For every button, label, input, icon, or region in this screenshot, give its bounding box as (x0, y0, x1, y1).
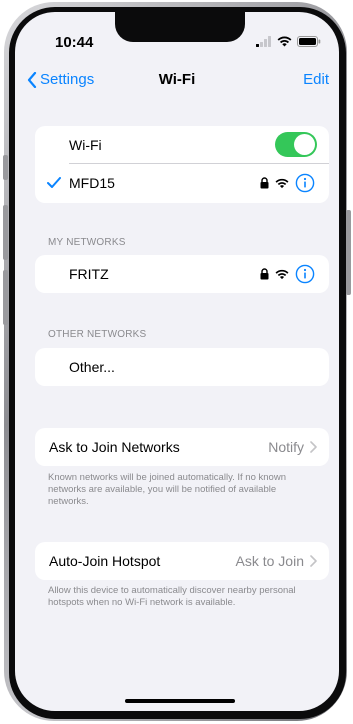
connected-network-name: MFD15 (69, 175, 115, 191)
checkmark-icon (47, 177, 61, 188)
other-network-label: Other... (69, 359, 115, 375)
page-title: Wi-Fi (158, 71, 196, 88)
status-time: 10:44 (55, 34, 94, 51)
ask-to-join-detail: Notify (268, 428, 317, 466)
info-icon[interactable] (295, 264, 315, 284)
volume-down-button (3, 270, 8, 325)
auto-join-value: Ask to Join (235, 553, 304, 569)
volume-up-button (3, 205, 8, 260)
ask-to-join-label: Ask to Join Networks (49, 439, 180, 455)
network-status-icons (260, 164, 315, 202)
chevron-right-icon (310, 555, 317, 567)
home-indicator[interactable] (125, 699, 235, 703)
network-row-fritz[interactable]: FRITZ (35, 255, 329, 293)
edit-button[interactable]: Edit (303, 71, 329, 88)
auto-join-footer: Allow this device to automatically disco… (48, 585, 296, 608)
notch (115, 12, 245, 42)
wifi-toggle[interactable] (275, 132, 317, 157)
info-icon[interactable] (295, 173, 315, 193)
auto-join-detail: Ask to Join (236, 542, 317, 580)
lock-icon (260, 177, 269, 189)
wifi-status-icon (277, 36, 292, 47)
ask-to-join-footer: Known networks will be joined automatica… (48, 472, 286, 507)
silent-switch (3, 155, 8, 180)
navigation-bar: Settings Wi-Fi Edit (15, 68, 339, 98)
wifi-toggle-label: Wi-Fi (69, 137, 102, 153)
auto-join-row[interactable]: Auto-Join Hotspot Ask to Join (35, 542, 329, 580)
lock-icon (260, 268, 269, 280)
other-network-row[interactable]: Other... (35, 348, 329, 386)
connected-network-row[interactable]: MFD15 (35, 164, 329, 202)
ask-to-join-card: Ask to Join Networks Notify (35, 428, 329, 466)
chevron-right-icon (310, 441, 317, 453)
auto-join-card: Auto-Join Hotspot Ask to Join (35, 542, 329, 580)
status-icons (256, 36, 321, 47)
power-button (346, 210, 351, 295)
screen: 10:44 Settings Wi-Fi Edit Wi-Fi MFD15 MY… (15, 12, 339, 711)
network-status-icons (260, 255, 315, 293)
network-name: FRITZ (69, 266, 109, 282)
auto-join-label: Auto-Join Hotspot (49, 553, 161, 569)
other-networks-header: OTHER NETWORKS (48, 329, 147, 340)
wifi-card: Wi-Fi MFD15 (35, 126, 329, 203)
wifi-signal-icon (275, 269, 289, 279)
other-networks-card: Other... (35, 348, 329, 386)
my-networks-card: FRITZ (35, 255, 329, 293)
wifi-signal-icon (275, 178, 289, 188)
ask-to-join-row[interactable]: Ask to Join Networks Notify (35, 428, 329, 466)
battery-icon (297, 36, 321, 47)
my-networks-header: MY NETWORKS (48, 237, 126, 248)
wifi-toggle-row: Wi-Fi (35, 126, 329, 164)
ask-to-join-value: Notify (268, 439, 304, 455)
toggle-knob (294, 134, 315, 155)
cellular-signal-icon (256, 36, 271, 47)
